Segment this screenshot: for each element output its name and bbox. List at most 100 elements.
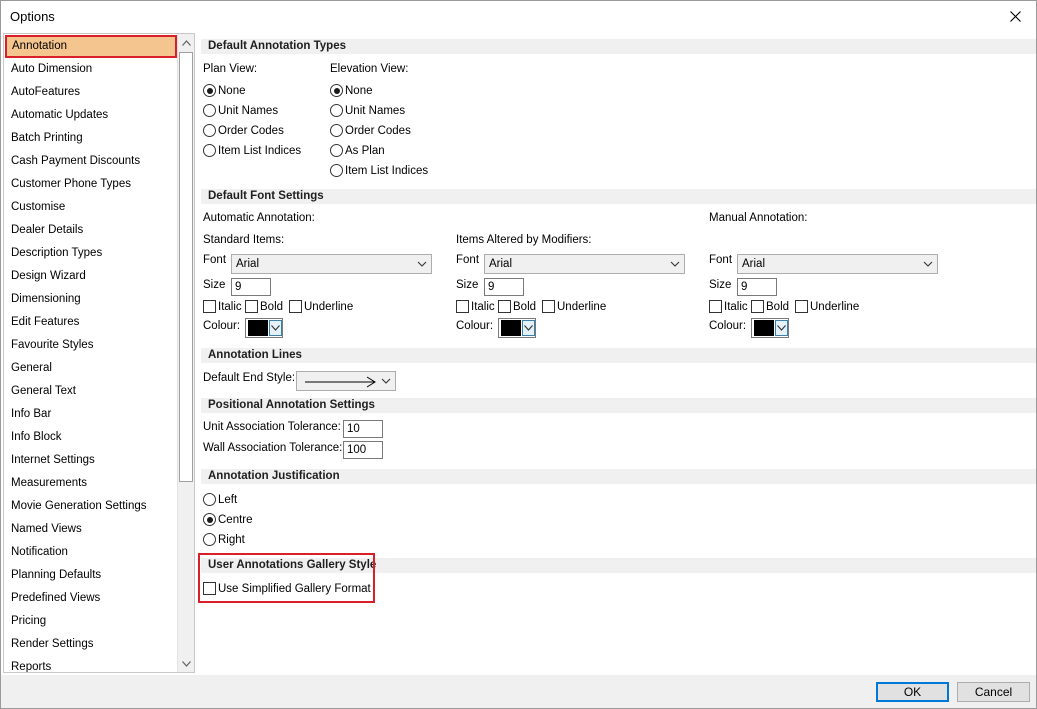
sidebar-item-internet-settings[interactable]: Internet Settings [4, 449, 178, 472]
sidebar-item-dimensioning[interactable]: Dimensioning [4, 288, 178, 311]
sidebar-item-cash-payment-discounts[interactable]: Cash Payment Discounts [4, 150, 178, 173]
sidebar-item-automatic-updates[interactable]: Automatic Updates [4, 104, 178, 127]
checkbox-label: Italic [218, 300, 242, 313]
sidebar-item-predefined-views[interactable]: Predefined Views [4, 587, 178, 610]
radio-icon [330, 104, 343, 117]
checkbox-label: Underline [557, 300, 607, 313]
section-positional-settings: Positional Annotation Settings [201, 398, 1036, 413]
checkbox-label: Underline [304, 300, 354, 313]
elev-radio-item-list-indices[interactable]: Item List Indices [330, 164, 428, 177]
manual-size-input[interactable]: 9 [737, 278, 777, 296]
chevron-down-icon [522, 320, 535, 336]
sidebar-item-favourite-styles[interactable]: Favourite Styles [4, 334, 178, 357]
altered-colour-picker[interactable] [498, 318, 536, 338]
colour-swatch [501, 320, 521, 336]
scroll-thumb[interactable] [179, 52, 193, 482]
section-justification: Annotation Justification [201, 469, 1036, 484]
sidebar-item-autofeatures[interactable]: AutoFeatures [4, 81, 178, 104]
altered-bold-checkbox[interactable]: Bold [498, 300, 536, 313]
sidebar-item-pricing[interactable]: Pricing [4, 610, 178, 633]
sidebar-item-dealer-details[interactable]: Dealer Details [4, 219, 178, 242]
close-icon [1009, 10, 1021, 22]
manual-italic-checkbox[interactable]: Italic [709, 300, 748, 313]
arrow-line-icon [305, 376, 376, 388]
sidebar-item-batch-printing[interactable]: Batch Printing [4, 127, 178, 150]
chevron-up-icon [181, 39, 191, 46]
checkbox-icon [751, 300, 764, 313]
plan-radio-item-list-indices[interactable]: Item List Indices [203, 144, 301, 157]
sidebar-item-planning-defaults[interactable]: Planning Defaults [4, 564, 178, 587]
end-style-select[interactable] [296, 371, 396, 391]
wall-tolerance-input[interactable]: 100 [343, 441, 383, 459]
radio-label: Order Codes [345, 124, 411, 137]
manual-underline-checkbox[interactable]: Underline [795, 300, 859, 313]
manual-font-select[interactable]: Arial [737, 254, 938, 274]
sidebar-item-measurements[interactable]: Measurements [4, 472, 178, 495]
sidebar-item-auto-dimension[interactable]: Auto Dimension [4, 58, 178, 81]
standard-underline-checkbox[interactable]: Underline [289, 300, 353, 313]
checkbox-icon [289, 300, 302, 313]
sidebar-item-named-views[interactable]: Named Views [4, 518, 178, 541]
sidebar-item-movie-generation-settings[interactable]: Movie Generation Settings [4, 495, 178, 518]
standard-bold-checkbox[interactable]: Bold [245, 300, 283, 313]
sidebar-item-notification[interactable]: Notification [4, 541, 178, 564]
elev-radio-as-plan[interactable]: As Plan [330, 144, 385, 157]
manual-colour-picker[interactable] [751, 318, 789, 338]
plan-radio-none[interactable]: None [203, 84, 246, 97]
altered-italic-checkbox[interactable]: Italic [456, 300, 495, 313]
sidebar-item-customer-phone-types[interactable]: Customer Phone Types [4, 173, 178, 196]
section-annotation-lines: Annotation Lines [201, 348, 1036, 363]
chevron-down-icon [381, 378, 391, 384]
sidebar-item-reports[interactable]: Reports [4, 656, 178, 672]
end-style-label: Default End Style: [203, 372, 296, 384]
colour-label: Colour: [203, 320, 241, 332]
sidebar-item-render-settings[interactable]: Render Settings [4, 633, 178, 656]
sidebar-item-general-text[interactable]: General Text [4, 380, 178, 403]
altered-underline-checkbox[interactable]: Underline [542, 300, 606, 313]
cancel-button[interactable]: Cancel [957, 682, 1030, 702]
elev-radio-none[interactable]: None [330, 84, 373, 97]
sidebar-item-design-wizard[interactable]: Design Wizard [4, 265, 178, 288]
size-label: Size [456, 279, 479, 291]
chevron-down-icon [923, 261, 933, 267]
category-scrollbar[interactable] [177, 34, 194, 672]
altered-font-select[interactable]: Arial [484, 254, 685, 274]
section-annotation-types: Default Annotation Types [201, 39, 1036, 54]
ok-button[interactable]: OK [876, 682, 949, 702]
standard-font-select[interactable]: Arial [231, 254, 432, 274]
scroll-up-button[interactable] [178, 34, 194, 51]
standard-italic-checkbox[interactable]: Italic [203, 300, 242, 313]
radio-label: Right [218, 533, 245, 546]
sidebar-item-annotation[interactable]: Annotation [5, 35, 177, 58]
radio-label: Item List Indices [218, 144, 302, 157]
radio-selected-icon [203, 84, 216, 97]
radio-label: None [345, 84, 373, 97]
standard-size-input[interactable]: 9 [231, 278, 271, 296]
sidebar-item-general[interactable]: General [4, 357, 178, 380]
elevation-view-label: Elevation View: [330, 63, 409, 75]
sidebar-item-info-bar[interactable]: Info Bar [4, 403, 178, 426]
size-label: Size [709, 279, 732, 291]
sidebar-item-edit-features[interactable]: Edit Features [4, 311, 178, 334]
altered-size-input[interactable]: 9 [484, 278, 524, 296]
sidebar-item-customise[interactable]: Customise [4, 196, 178, 219]
radio-selected-icon [330, 84, 343, 97]
radio-label: As Plan [345, 144, 385, 157]
elev-radio-unit-names[interactable]: Unit Names [330, 104, 405, 117]
checkbox-icon [795, 300, 808, 313]
standard-colour-picker[interactable] [245, 318, 283, 338]
radio-label: Item List Indices [345, 164, 429, 177]
plan-radio-order-codes[interactable]: Order Codes [203, 124, 284, 137]
colour-swatch [754, 320, 774, 336]
sidebar-item-description-types[interactable]: Description Types [4, 242, 178, 265]
unit-tolerance-input[interactable]: 10 [343, 420, 383, 438]
close-button[interactable] [1002, 4, 1028, 28]
plan-radio-unit-names[interactable]: Unit Names [203, 104, 278, 117]
justify-radio-left[interactable]: Left [203, 493, 237, 506]
scroll-down-button[interactable] [178, 655, 194, 672]
justify-radio-right[interactable]: Right [203, 533, 245, 546]
justify-radio-centre[interactable]: Centre [203, 513, 253, 526]
manual-bold-checkbox[interactable]: Bold [751, 300, 789, 313]
elev-radio-order-codes[interactable]: Order Codes [330, 124, 411, 137]
sidebar-item-info-block[interactable]: Info Block [4, 426, 178, 449]
